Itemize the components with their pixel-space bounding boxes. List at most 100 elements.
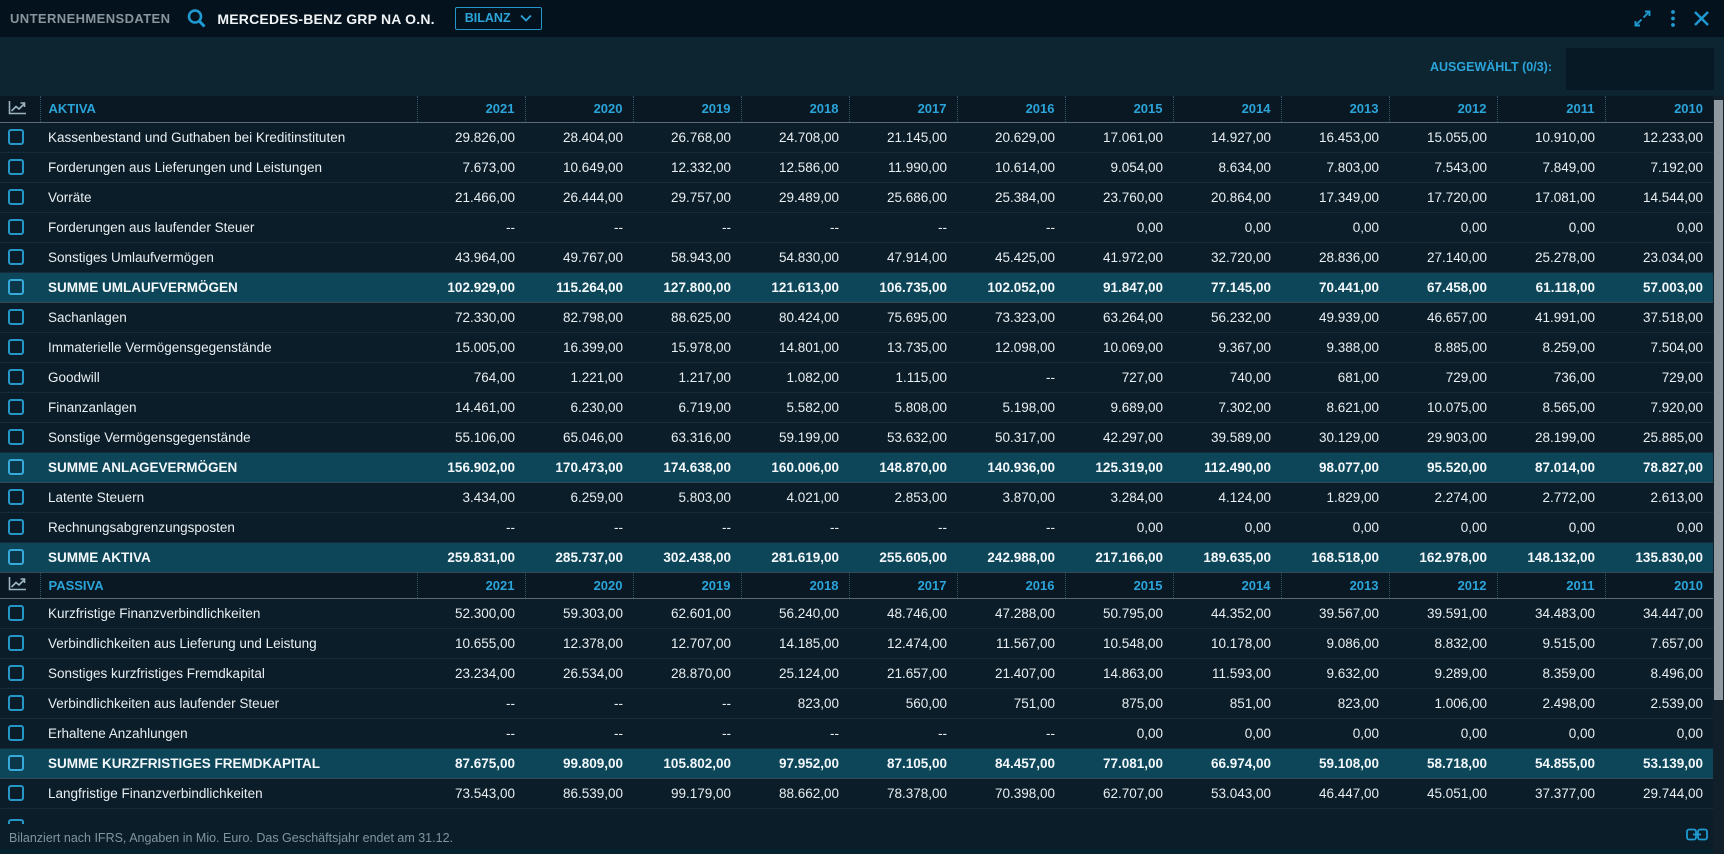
value-cell: 8.621,00	[1281, 392, 1389, 422]
value-cell: 5.803,00	[633, 482, 741, 512]
value-cell: 0,00	[1065, 718, 1173, 748]
value-cell: 13.735,00	[849, 332, 957, 362]
value-cell: 2.772,00	[1497, 482, 1605, 512]
row-checkbox[interactable]	[8, 249, 24, 265]
value-cell: 28.836,00	[1281, 242, 1389, 272]
scrollbar-thumb[interactable]	[1714, 100, 1723, 700]
value-cell: 8.259,00	[1497, 332, 1605, 362]
value-cell: 9.289,00	[1389, 658, 1497, 688]
row-checkbox[interactable]	[8, 129, 24, 145]
year-header: 2018	[741, 96, 849, 122]
row-checkbox[interactable]	[8, 549, 24, 565]
row-checkbox[interactable]	[8, 309, 24, 325]
value-cell: 58.718,00	[1389, 748, 1497, 778]
value-cell: 62.707,00	[1065, 778, 1173, 808]
value-cell: --	[633, 718, 741, 748]
row-checkbox[interactable]	[8, 755, 24, 771]
year-header: 2011	[1497, 572, 1605, 598]
value-cell: 8.885,00	[1389, 332, 1497, 362]
value-cell: 140.936,00	[957, 452, 1065, 482]
value-cell: 11.593,00	[1173, 658, 1281, 688]
row-checkbox[interactable]	[8, 159, 24, 175]
value-cell: 26.444,00	[525, 182, 633, 212]
link-icon[interactable]	[1686, 828, 1708, 846]
value-cell: 39.591,00	[1389, 598, 1497, 628]
row-checkbox[interactable]	[8, 399, 24, 415]
table-row: SUMME UMLAUFVERMÖGEN102.929,00115.264,00…	[0, 272, 1713, 302]
year-header: 2011	[1497, 96, 1605, 122]
value-cell: 30.129,00	[1281, 422, 1389, 452]
year-header: 2010	[1605, 572, 1713, 598]
row-label: Verbindlichkeiten aus laufender Steuer	[40, 688, 417, 718]
value-cell: 52.300,00	[417, 598, 525, 628]
value-cell: 9.054,00	[1065, 152, 1173, 182]
row-checkbox[interactable]	[8, 429, 24, 445]
section-title: PASSIVA	[40, 572, 417, 598]
row-label: Vorräte	[40, 182, 417, 212]
kebab-menu-icon[interactable]	[1670, 8, 1676, 29]
year-header: 2017	[849, 96, 957, 122]
value-cell: 148.870,00	[849, 452, 957, 482]
row-label: Verbindlichkeiten aus Lieferung und Leis…	[40, 628, 417, 658]
value-cell: 49.939,00	[1281, 302, 1389, 332]
value-cell: 174.638,00	[633, 452, 741, 482]
year-header: 2010	[1605, 96, 1713, 122]
vertical-scrollbar[interactable]	[1713, 96, 1724, 854]
value-cell: 10.649,00	[525, 152, 633, 182]
year-header: 2018	[741, 572, 849, 598]
value-cell: 12.707,00	[633, 628, 741, 658]
row-checkbox[interactable]	[8, 785, 24, 801]
value-cell: --	[633, 512, 741, 542]
value-cell: --	[525, 512, 633, 542]
company-data-widget: UNTERNEHMENSDATEN MERCEDES-BENZ GRP NA O…	[0, 0, 1724, 854]
row-checkbox[interactable]	[8, 369, 24, 385]
row-label: SUMME KURZFRISTIGES FREMDKAPITAL	[40, 748, 417, 778]
value-cell: 3.434,00	[417, 482, 525, 512]
value-cell: 59.108,00	[1281, 748, 1389, 778]
value-cell: 11.990,00	[849, 152, 957, 182]
value-cell: 729,00	[1605, 362, 1713, 392]
row-checkbox[interactable]	[8, 219, 24, 235]
row-checkbox[interactable]	[8, 459, 24, 475]
value-cell: 2.613,00	[1605, 482, 1713, 512]
row-checkbox[interactable]	[8, 189, 24, 205]
table-row: Langfristige Finanzverbindlichkeiten73.5…	[0, 778, 1713, 808]
value-cell: 851,00	[1173, 688, 1281, 718]
row-checkbox[interactable]	[8, 279, 24, 295]
value-cell: 3.870,00	[957, 482, 1065, 512]
view-selector-button[interactable]: BILANZ	[455, 7, 542, 30]
row-checkbox[interactable]	[8, 635, 24, 651]
row-checkbox[interactable]	[8, 665, 24, 681]
value-cell: 7.803,00	[1281, 152, 1389, 182]
expand-icon[interactable]	[1632, 8, 1653, 29]
row-checkbox[interactable]	[8, 725, 24, 741]
value-cell: 25.278,00	[1497, 242, 1605, 272]
chart-icon[interactable]	[8, 576, 27, 591]
value-cell: 736,00	[1497, 362, 1605, 392]
row-checkbox[interactable]	[8, 519, 24, 535]
search-icon[interactable]	[186, 8, 207, 29]
value-cell: --	[525, 718, 633, 748]
year-header: 2016	[957, 96, 1065, 122]
year-header: 2016	[957, 572, 1065, 598]
value-cell: 5.198,00	[957, 392, 1065, 422]
close-icon[interactable]	[1693, 10, 1710, 27]
row-label: Latente Steuern	[40, 482, 417, 512]
accounting-note: Bilanziert nach IFRS, Angaben in Mio. Eu…	[9, 831, 453, 845]
row-label: Erhaltene Anzahlungen	[40, 718, 417, 748]
chart-icon[interactable]	[8, 100, 27, 115]
value-cell: 0,00	[1605, 718, 1713, 748]
value-cell: 0,00	[1173, 212, 1281, 242]
table-row: Sonstige Vermögensgegenstände55.106,0065…	[0, 422, 1713, 452]
value-cell: 25.885,00	[1605, 422, 1713, 452]
row-checkbox[interactable]	[8, 489, 24, 505]
value-cell: 135.830,00	[1605, 542, 1713, 572]
value-cell: 875,00	[1065, 688, 1173, 718]
value-cell: 740,00	[1173, 362, 1281, 392]
row-checkbox[interactable]	[8, 339, 24, 355]
row-label: Kurzfristige Finanzverbindlichkeiten	[40, 598, 417, 628]
row-checkbox[interactable]	[8, 695, 24, 711]
year-header: 2013	[1281, 96, 1389, 122]
row-checkbox[interactable]	[8, 605, 24, 621]
value-cell: 8.832,00	[1389, 628, 1497, 658]
